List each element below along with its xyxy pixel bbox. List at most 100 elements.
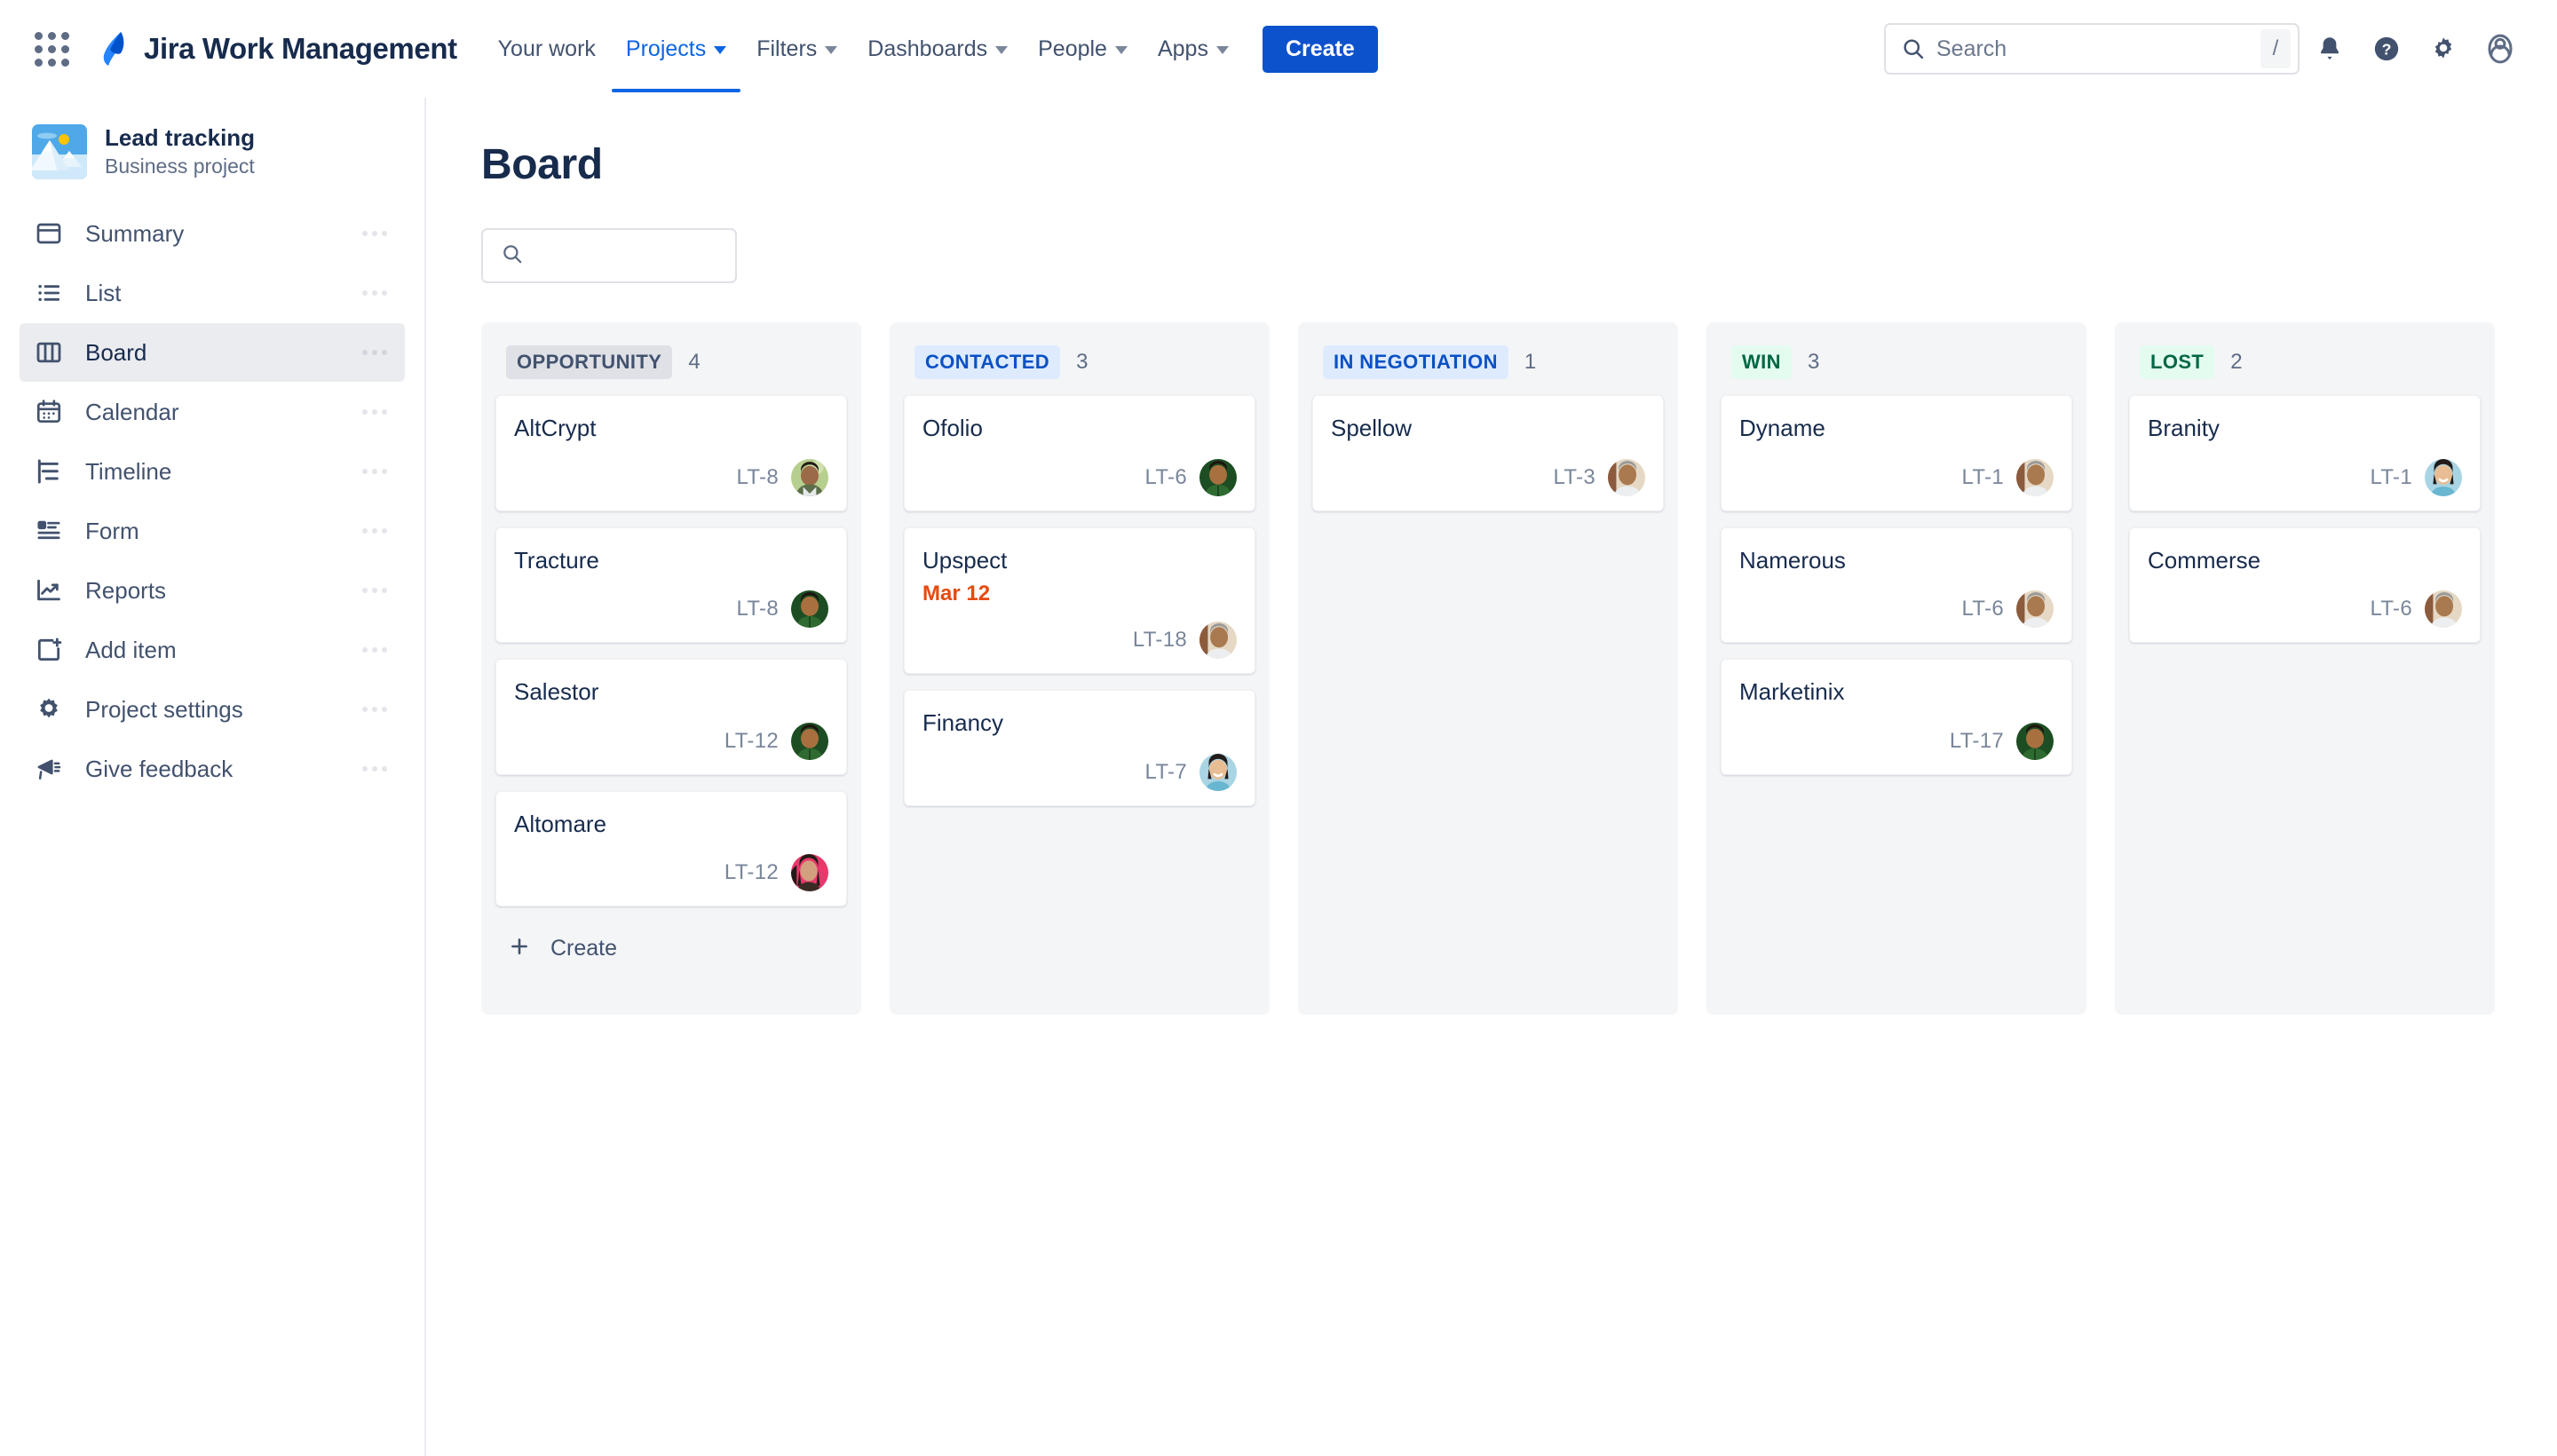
- board-card[interactable]: Financy LT-7: [904, 690, 1255, 806]
- nav-item-apps[interactable]: Apps: [1144, 28, 1243, 71]
- assignee-avatar[interactable]: [791, 459, 828, 496]
- create-button[interactable]: Create: [1262, 25, 1378, 73]
- card-issue-key: LT-12: [724, 860, 779, 884]
- primary-nav: Your work Projects Filters Dashboards Pe…: [484, 28, 1243, 92]
- card-title: Branity: [2148, 415, 2220, 441]
- search-icon: [1901, 36, 1926, 61]
- assignee-avatar[interactable]: [2016, 723, 2054, 760]
- board-card[interactable]: Dyname LT-1: [1721, 395, 2072, 511]
- assignee-avatar[interactable]: [2016, 459, 2054, 496]
- board-card[interactable]: Marketinix LT-17: [1721, 659, 2072, 775]
- assignee-avatar[interactable]: [1199, 459, 1237, 496]
- project-header[interactable]: Lead tracking Business project: [20, 98, 405, 204]
- card-due-date: Mar 12: [922, 582, 991, 605]
- sidebar-item-form[interactable]: Form: [20, 502, 405, 560]
- card-footer: LT-17: [1739, 712, 2054, 760]
- notifications-button[interactable]: [2303, 22, 2356, 75]
- nav-item-your-work[interactable]: Your work: [484, 28, 610, 71]
- more-actions-icon[interactable]: [362, 469, 387, 474]
- chevron-down-icon: [714, 46, 727, 54]
- sidebar-item-reports[interactable]: Reports: [20, 561, 405, 620]
- board-card[interactable]: Branity LT-1: [2129, 395, 2481, 511]
- card-footer: LT-3: [1331, 448, 1645, 496]
- nav-item-dashboards[interactable]: Dashboards: [853, 28, 1022, 71]
- nav-item-projects[interactable]: Projects: [611, 28, 741, 92]
- column-header: LOST 2: [2129, 338, 2481, 395]
- assignee-avatar[interactable]: [2016, 590, 2054, 628]
- user-profile-avatar[interactable]: [2474, 22, 2527, 75]
- help-button[interactable]: ?: [2360, 22, 2413, 75]
- more-actions-icon[interactable]: [362, 290, 387, 296]
- column-card-count: 4: [688, 350, 701, 374]
- board-card[interactable]: Tracture LT-8: [495, 526, 847, 643]
- assignee-avatar[interactable]: [1608, 459, 1645, 496]
- nav-label: Filters: [756, 36, 818, 61]
- sidebar-item-label: Give feedback: [85, 755, 234, 782]
- chevron-down-icon: [825, 46, 838, 54]
- card-issue-key: LT-1: [2370, 464, 2412, 489]
- assignee-avatar[interactable]: [791, 854, 828, 891]
- global-search-box[interactable]: /: [1884, 23, 2300, 75]
- assignee-avatar[interactable]: [1199, 621, 1237, 659]
- app-switcher-button[interactable]: [27, 24, 76, 74]
- assignee-avatar[interactable]: [791, 590, 828, 628]
- jira-home-link[interactable]: Jira Work Management: [96, 30, 457, 67]
- assignee-avatar[interactable]: [1199, 754, 1237, 791]
- assignee-avatar[interactable]: [2425, 459, 2462, 496]
- svg-text:?: ?: [2382, 41, 2392, 59]
- card-footer: LT-8: [514, 580, 828, 628]
- nav-item-filters[interactable]: Filters: [742, 28, 851, 71]
- board-card[interactable]: Ofolio LT-6: [904, 395, 1255, 511]
- sidebar-item-project-settings[interactable]: Project settings: [20, 680, 405, 739]
- more-actions-icon[interactable]: [362, 766, 387, 772]
- card-issue-key: LT-6: [1144, 464, 1187, 489]
- more-actions-icon[interactable]: [362, 707, 387, 712]
- sidebar-item-board[interactable]: Board: [20, 323, 405, 382]
- card-issue-key: LT-6: [2370, 597, 2412, 621]
- sidebar-item-timeline[interactable]: Timeline: [20, 442, 405, 501]
- board-card[interactable]: Namerous LT-6: [1721, 526, 2072, 643]
- card-title: Tracture: [514, 546, 599, 574]
- board-card[interactable]: AltCrypt LT-8: [495, 395, 847, 511]
- global-search-input[interactable]: [1936, 36, 2260, 62]
- card-footer: LT-18: [922, 611, 1237, 659]
- sidebar-item-summary[interactable]: Summary: [20, 204, 405, 263]
- card-title: Namerous: [1739, 546, 1846, 574]
- create-card-button[interactable]: Create: [495, 922, 847, 971]
- assignee-avatar[interactable]: [791, 723, 828, 760]
- sidebar-item-give-feedback[interactable]: Give feedback: [20, 740, 405, 798]
- nav-item-people[interactable]: People: [1024, 28, 1142, 71]
- sidebar-item-add-item[interactable]: Add item: [20, 621, 405, 679]
- more-actions-icon[interactable]: [362, 231, 387, 236]
- more-actions-icon[interactable]: [362, 588, 387, 593]
- board-card[interactable]: Spellow LT-3: [1312, 395, 1664, 511]
- sidebar-item-calendar[interactable]: Calendar: [20, 383, 405, 441]
- card-title: AltCrypt: [514, 415, 597, 441]
- chevron-down-icon: [995, 46, 1009, 54]
- board-card[interactable]: Salestor LT-12: [495, 659, 847, 775]
- more-actions-icon[interactable]: [362, 528, 387, 534]
- nav-label: People: [1038, 36, 1107, 61]
- card-issue-key: LT-1: [1961, 464, 2004, 489]
- column-status-badge: LOST: [2140, 345, 2215, 379]
- sidebar-item-list[interactable]: List: [20, 264, 405, 322]
- gear-icon: [32, 692, 66, 726]
- kanban-board: OPPORTUNITY 4 AltCrypt LT-8 Tracture LT-8 Sale…: [481, 322, 2557, 1015]
- board-card[interactable]: Upspect Mar 12 LT-18: [904, 526, 1255, 675]
- calendar-icon: [32, 395, 66, 429]
- board-card[interactable]: Altomare LT-12: [495, 790, 847, 906]
- search-icon: [501, 242, 524, 270]
- sidebar-item-label: List: [85, 279, 122, 306]
- settings-button[interactable]: [2417, 22, 2470, 75]
- more-actions-icon[interactable]: [362, 350, 387, 355]
- board-search-input[interactable]: [536, 243, 811, 268]
- app-shell: Lead tracking Business project Summary L…: [0, 98, 2557, 1456]
- sidebar-item-label: Project settings: [85, 695, 243, 723]
- card-footer: LT-12: [514, 843, 828, 891]
- board-search-box[interactable]: [481, 228, 811, 283]
- more-actions-icon[interactable]: [362, 409, 387, 415]
- column-header: CONTACTED 3: [904, 338, 1255, 395]
- more-actions-icon[interactable]: [362, 647, 387, 653]
- board-card[interactable]: Commerse LT-6: [2129, 526, 2481, 643]
- assignee-avatar[interactable]: [2425, 590, 2462, 628]
